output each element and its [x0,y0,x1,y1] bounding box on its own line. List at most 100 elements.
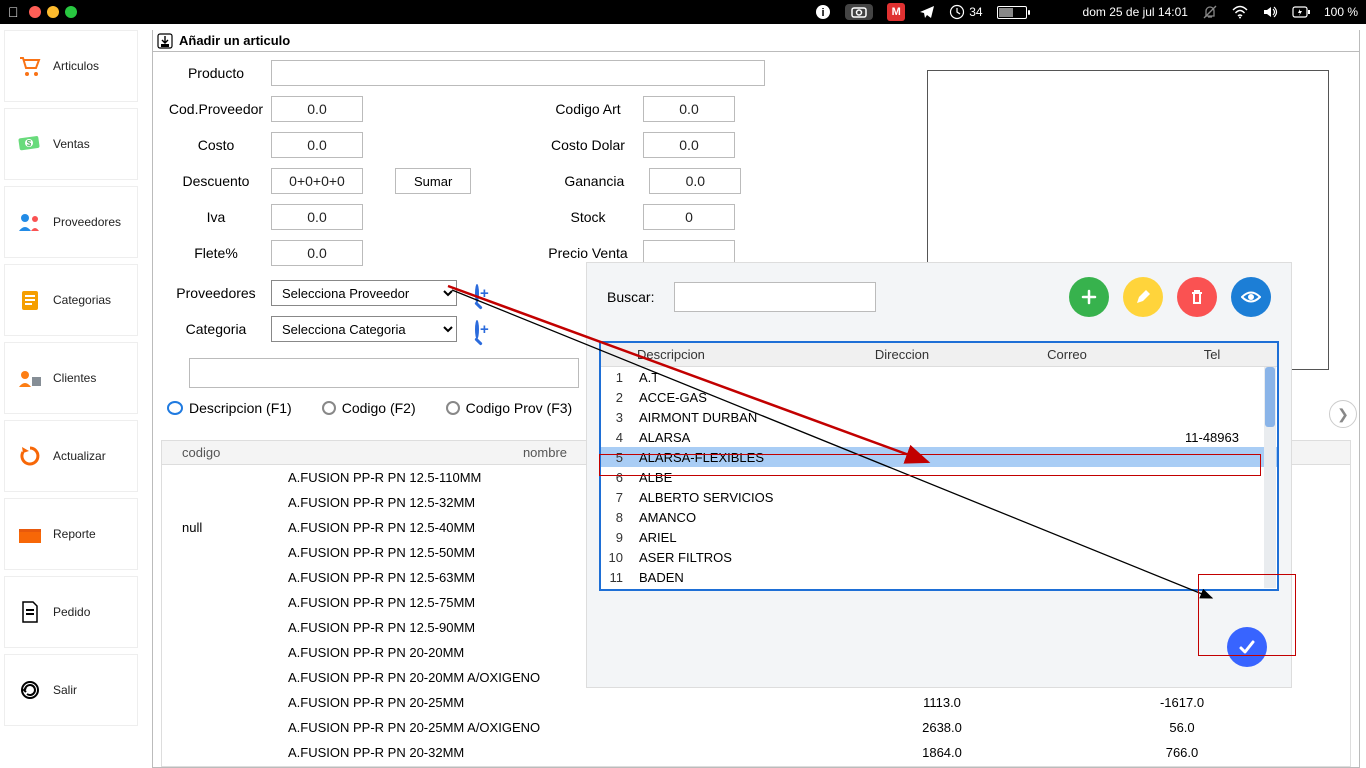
costo-input[interactable] [271,132,363,158]
add-button[interactable] [1069,277,1109,317]
list-item[interactable]: 7ALBERTO SERVICIOS [601,487,1277,507]
list-item[interactable]: 5ALARSA-FLEXIBLES [601,447,1277,467]
ganancia-input[interactable] [649,168,741,194]
codart-input[interactable] [643,96,735,122]
proveedores-label: Proveedores [161,285,271,301]
svg-text:i: i [822,7,825,19]
lh-correo[interactable]: Correo [987,347,1147,362]
sidebar-item-salir[interactable]: Salir [4,654,138,726]
proveedores-select[interactable]: Selecciona Proveedor [271,280,457,306]
sidebar-item-label: Reporte [53,527,96,541]
info-icon[interactable]: i [815,4,831,20]
lh-tel[interactable]: Tel [1147,347,1277,362]
folder-icon [17,521,43,547]
menubar:  i M 34 dom 25 de jul 14:01 [0,0,1366,24]
telegram-icon[interactable] [919,4,935,20]
wifi-icon[interactable] [1232,5,1248,19]
list-item[interactable]: 11BADEN [601,567,1277,587]
list-item[interactable]: 4ALARSA11-48963 [601,427,1277,447]
iva-label: Iva [161,209,271,225]
sidebar-item-articulos[interactable]: Articulos [4,30,138,102]
iva-input[interactable] [271,204,363,230]
producto-label: Producto [161,65,271,81]
sidebar: Articulos $ Ventas Proveedores Categoria… [4,30,138,732]
save-icon[interactable] [157,33,173,49]
radio-descripcion[interactable]: Descripcion (F1) [167,400,292,416]
radio-codigoprov[interactable]: Codigo Prov (F3) [446,400,573,416]
mega-icon[interactable]: M [887,3,905,21]
sidebar-item-categorias[interactable]: Categorias [4,264,138,336]
filter-search-input[interactable] [189,358,579,388]
costodolar-input[interactable] [643,132,735,158]
lh-descripcion[interactable]: Descripcion [631,347,817,362]
descuento-input[interactable] [271,168,363,194]
costodolar-label: Costo Dolar [533,137,643,153]
delete-button[interactable] [1177,277,1217,317]
updates-count: 34 [969,5,982,19]
updates-icon[interactable]: 34 [949,4,982,20]
window-titlebar: Añadir un articulo [153,30,1359,52]
svg-text:$: $ [27,139,32,148]
do-not-disturb-icon[interactable] [1202,4,1218,20]
sidebar-item-label: Pedido [53,605,90,619]
buscar-input[interactable] [674,282,876,312]
scrollbar-thumb[interactable] [1265,367,1275,427]
dialog-toolbar: Buscar: [587,263,1291,331]
clipboard-icon [17,287,43,313]
table-row[interactable]: A.FUSION PP-R PN 20-32MM1864.0766.0 [162,740,1350,765]
window-title: Añadir un articulo [179,33,290,48]
power-icon[interactable] [1292,6,1310,18]
table-row[interactable]: A.FUSION PP-R PN 20-25MM A/OXIGENO2638.0… [162,715,1350,740]
sidebar-item-reporte[interactable]: Reporte [4,498,138,570]
radio-codigo[interactable]: Codigo (F2) [322,400,416,416]
sidebar-item-clientes[interactable]: Clientes [4,342,138,414]
producto-input[interactable] [271,60,765,86]
list-item[interactable]: 10ASER FILTROS [601,547,1277,567]
volume-icon[interactable] [1262,5,1278,19]
sidebar-item-pedido[interactable]: Pedido [4,576,138,648]
sidebar-item-actualizar[interactable]: Actualizar [4,420,138,492]
sidebar-item-proveedores[interactable]: Proveedores [4,186,138,258]
minimize-window-icon[interactable] [47,6,59,18]
list-item[interactable]: 1A.T [601,367,1277,387]
scroll-right-icon[interactable]: ❯ [1329,400,1357,428]
proveedor-picker-dialog: Buscar: Descripcion Direccion Correo Tel… [586,262,1292,688]
buscar-label: Buscar: [607,289,654,305]
view-button[interactable] [1231,277,1271,317]
camera-icon[interactable] [845,4,873,20]
list-item[interactable]: 2ACCE-GAS [601,387,1277,407]
precioventa-label: Precio Venta [533,245,643,261]
lh-direccion[interactable]: Direccion [817,347,987,362]
search-categoria-icon[interactable]: + [475,322,479,337]
sidebar-item-label: Categorias [53,293,111,307]
stock-input[interactable] [643,204,735,230]
search-proveedor-icon[interactable]: + [475,286,479,301]
list-scrollbar[interactable] [1264,367,1276,588]
list-item[interactable]: 9ARIEL [601,527,1277,547]
stock-label: Stock [533,209,643,225]
battery-menubar-outline[interactable] [997,6,1027,19]
zoom-window-icon[interactable] [65,6,77,18]
sidebar-item-ventas[interactable]: $ Ventas [4,108,138,180]
codprov-label: Cod.Proveedor [161,101,271,117]
sumar-button[interactable]: Sumar [395,168,471,194]
categoria-label: Categoria [161,321,271,337]
close-window-icon[interactable] [29,6,41,18]
list-item[interactable]: 8AMANCO [601,507,1277,527]
sidebar-item-label: Actualizar [53,449,106,463]
costo-label: Costo [161,137,271,153]
page-icon [17,599,43,625]
th-codigo[interactable]: codigo [162,445,282,460]
apple-menu-icon[interactable]:  [8,4,19,20]
table-row[interactable]: A.FUSION PP-R PN 20-25MM1113.0-1617.0 [162,690,1350,715]
categoria-select[interactable]: Selecciona Categoria [271,316,457,342]
codprov-input[interactable] [271,96,363,122]
confirm-button[interactable] [1227,627,1267,667]
list-item[interactable]: 6ALBE [601,467,1277,487]
proveedor-list: Descripcion Direccion Correo Tel 1A.T2AC… [599,341,1279,591]
sidebar-item-label: Salir [53,683,77,697]
people-icon [17,209,43,235]
edit-button[interactable] [1123,277,1163,317]
list-item[interactable]: 3AIRMONT DURBAN [601,407,1277,427]
flete-input[interactable] [271,240,363,266]
